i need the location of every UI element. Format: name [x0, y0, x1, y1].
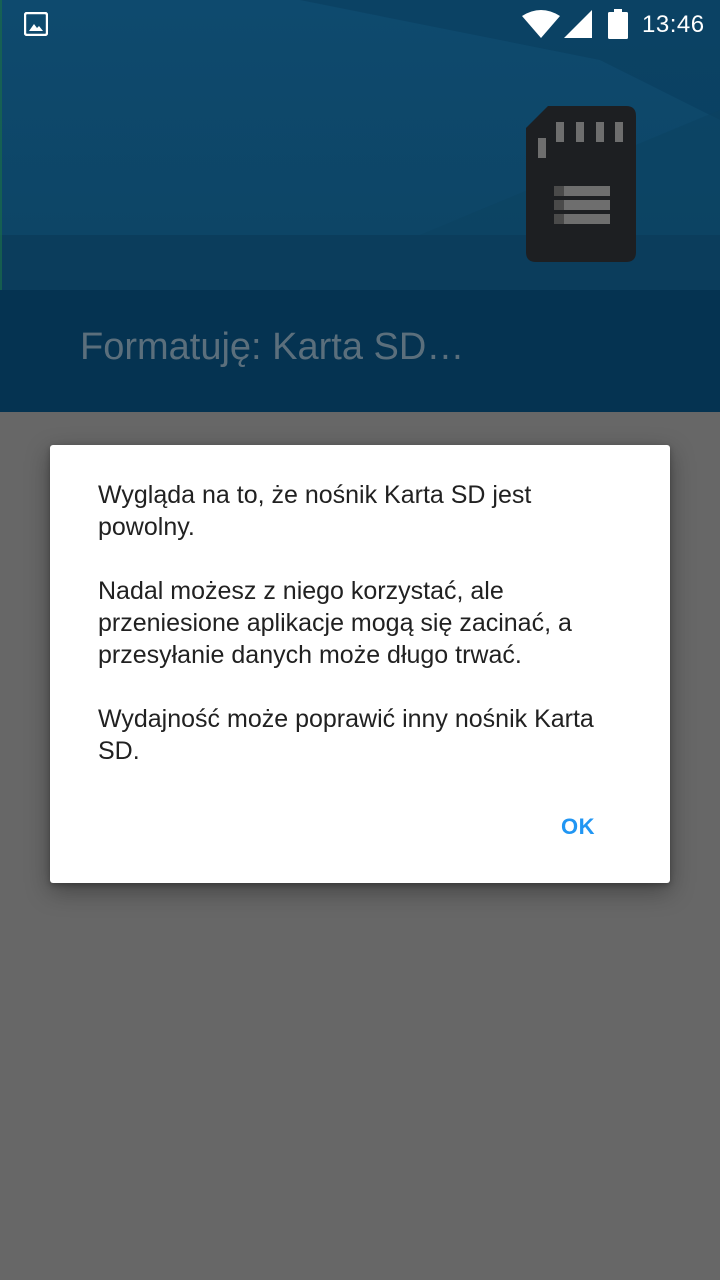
- dialog-paragraph: Nadal możesz z niego korzystać, ale prze…: [98, 577, 572, 669]
- battery-icon: [608, 9, 628, 39]
- app-header: Formatuję: Karta SD…: [0, 0, 720, 412]
- sd-card-icon: [526, 106, 636, 262]
- signal-icon: [564, 10, 592, 38]
- status-bar: 13:46: [0, 0, 720, 48]
- ok-button[interactable]: OK: [542, 801, 614, 853]
- gallery-icon: [24, 12, 48, 36]
- dialog-message: Wygląda na to, że nośnik Karta SD jest p…: [98, 479, 628, 799]
- page-title: Formatuję: Karta SD…: [80, 326, 465, 368]
- status-clock: 13:46: [642, 11, 705, 38]
- slow-storage-dialog: Wygląda na to, że nośnik Karta SD jest p…: [50, 445, 670, 883]
- wifi-icon: [522, 10, 560, 38]
- dialog-paragraph: Wygląda na to, że nośnik Karta SD jest p…: [98, 481, 532, 541]
- dialog-paragraph: Wydajność może poprawić inny nośnik Kart…: [98, 705, 594, 765]
